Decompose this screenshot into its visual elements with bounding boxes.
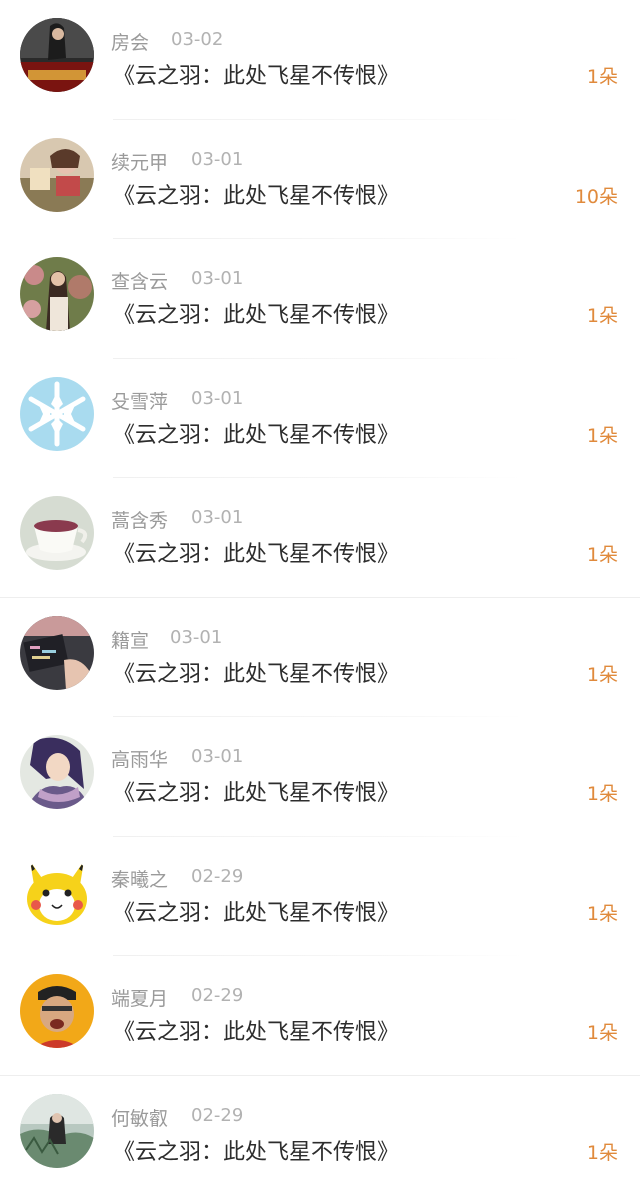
- anime-character-avatar-icon: [20, 735, 94, 809]
- user-name[interactable]: 籍宣: [111, 626, 149, 653]
- flower-count: 1朵: [587, 301, 618, 328]
- work-title[interactable]: 《云之羽：此处飞星不传恨》: [113, 1014, 399, 1046]
- pikachu-avatar-icon: [20, 855, 94, 929]
- gift-date: 02-29: [191, 1105, 243, 1126]
- user-avatar[interactable]: [20, 18, 94, 92]
- user-name[interactable]: 何敏叡: [111, 1104, 168, 1131]
- photo-avatar-icon: [20, 138, 94, 212]
- user-name[interactable]: 端夏月: [111, 984, 168, 1011]
- list-item[interactable]: 续元甲 03-01 《云之羽：此处飞星不传恨》 10朵: [0, 120, 640, 240]
- flower-count: 1朵: [587, 1138, 618, 1165]
- gift-date: 03-01: [191, 149, 243, 170]
- flower-count: 1朵: [587, 899, 618, 926]
- flower-count: 1朵: [587, 1018, 618, 1045]
- list-item[interactable]: 高雨华 03-01 《云之羽：此处飞星不传恨》 1朵: [0, 717, 640, 837]
- photo-avatar-icon: [20, 18, 94, 92]
- work-title[interactable]: 《云之羽：此处飞星不传恨》: [113, 775, 399, 807]
- user-avatar[interactable]: [20, 496, 94, 570]
- gift-date: 03-01: [191, 746, 243, 767]
- user-avatar[interactable]: [20, 616, 94, 690]
- photo-avatar-icon: [20, 257, 94, 331]
- work-title[interactable]: 《云之羽：此处飞星不传恨》: [113, 895, 399, 927]
- gift-date: 03-01: [191, 268, 243, 289]
- list-item[interactable]: 秦曦之 02-29 《云之羽：此处飞星不传恨》 1朵: [0, 837, 640, 957]
- snowflake-avatar-icon: [20, 377, 94, 451]
- list-item[interactable]: 蒿含秀 03-01 《云之羽：此处飞星不传恨》 1朵: [0, 478, 640, 598]
- user-name[interactable]: 房会: [111, 28, 149, 55]
- flower-count: 1朵: [587, 660, 618, 687]
- work-title[interactable]: 《云之羽：此处飞星不传恨》: [113, 417, 399, 449]
- list-item[interactable]: 殳雪萍 03-01 《云之羽：此处飞星不传恨》 1朵: [0, 359, 640, 479]
- work-title[interactable]: 《云之羽：此处飞星不传恨》: [113, 536, 399, 568]
- user-avatar[interactable]: [20, 257, 94, 331]
- photo-avatar-icon: [20, 1094, 94, 1168]
- list-item[interactable]: 籍宣 03-01 《云之羽：此处飞星不传恨》 1朵: [0, 598, 640, 718]
- user-name[interactable]: 秦曦之: [111, 865, 168, 892]
- list-item[interactable]: 端夏月 02-29 《云之羽：此处飞星不传恨》 1朵: [0, 956, 640, 1076]
- gift-date: 02-29: [191, 985, 243, 1006]
- user-name[interactable]: 高雨华: [111, 745, 168, 772]
- user-name[interactable]: 续元甲: [111, 148, 168, 175]
- list-item[interactable]: 房会 03-02 《云之羽：此处飞星不传恨》 1朵: [0, 0, 640, 120]
- user-avatar[interactable]: [20, 1094, 94, 1168]
- photo-avatar-icon: [20, 616, 94, 690]
- flower-count: 10朵: [575, 182, 618, 209]
- user-avatar[interactable]: [20, 138, 94, 212]
- gift-date: 03-01: [191, 388, 243, 409]
- teacup-avatar-icon: [20, 496, 94, 570]
- flower-count: 1朵: [587, 421, 618, 448]
- user-avatar[interactable]: [20, 377, 94, 451]
- user-name[interactable]: 殳雪萍: [111, 387, 168, 414]
- user-name[interactable]: 蒿含秀: [111, 506, 168, 533]
- list-item[interactable]: 查含云 03-01 《云之羽：此处飞星不传恨》 1朵: [0, 239, 640, 359]
- work-title[interactable]: 《云之羽：此处飞星不传恨》: [113, 178, 399, 210]
- list-item[interactable]: 何敏叡 02-29 《云之羽：此处飞星不传恨》 1朵: [0, 1076, 640, 1195]
- work-title[interactable]: 《云之羽：此处飞星不传恨》: [113, 297, 399, 329]
- work-title[interactable]: 《云之羽：此处飞星不传恨》: [113, 58, 399, 90]
- gift-date: 03-01: [191, 507, 243, 528]
- gift-date: 03-01: [170, 627, 222, 648]
- work-title[interactable]: 《云之羽：此处飞星不传恨》: [113, 1134, 399, 1166]
- gift-date: 02-29: [191, 866, 243, 887]
- flower-count: 1朵: [587, 62, 618, 89]
- flower-count: 1朵: [587, 540, 618, 567]
- user-avatar[interactable]: [20, 855, 94, 929]
- flower-count: 1朵: [587, 779, 618, 806]
- work-title[interactable]: 《云之羽：此处飞星不传恨》: [113, 656, 399, 688]
- gift-date: 03-02: [171, 29, 223, 50]
- photo-avatar-icon: [20, 974, 94, 1048]
- user-avatar[interactable]: [20, 974, 94, 1048]
- user-name[interactable]: 查含云: [111, 267, 168, 294]
- gift-record-list: 房会 03-02 《云之羽：此处飞星不传恨》 1朵 续元甲 03-01 《云之羽…: [0, 0, 640, 1185]
- user-avatar[interactable]: [20, 735, 94, 809]
